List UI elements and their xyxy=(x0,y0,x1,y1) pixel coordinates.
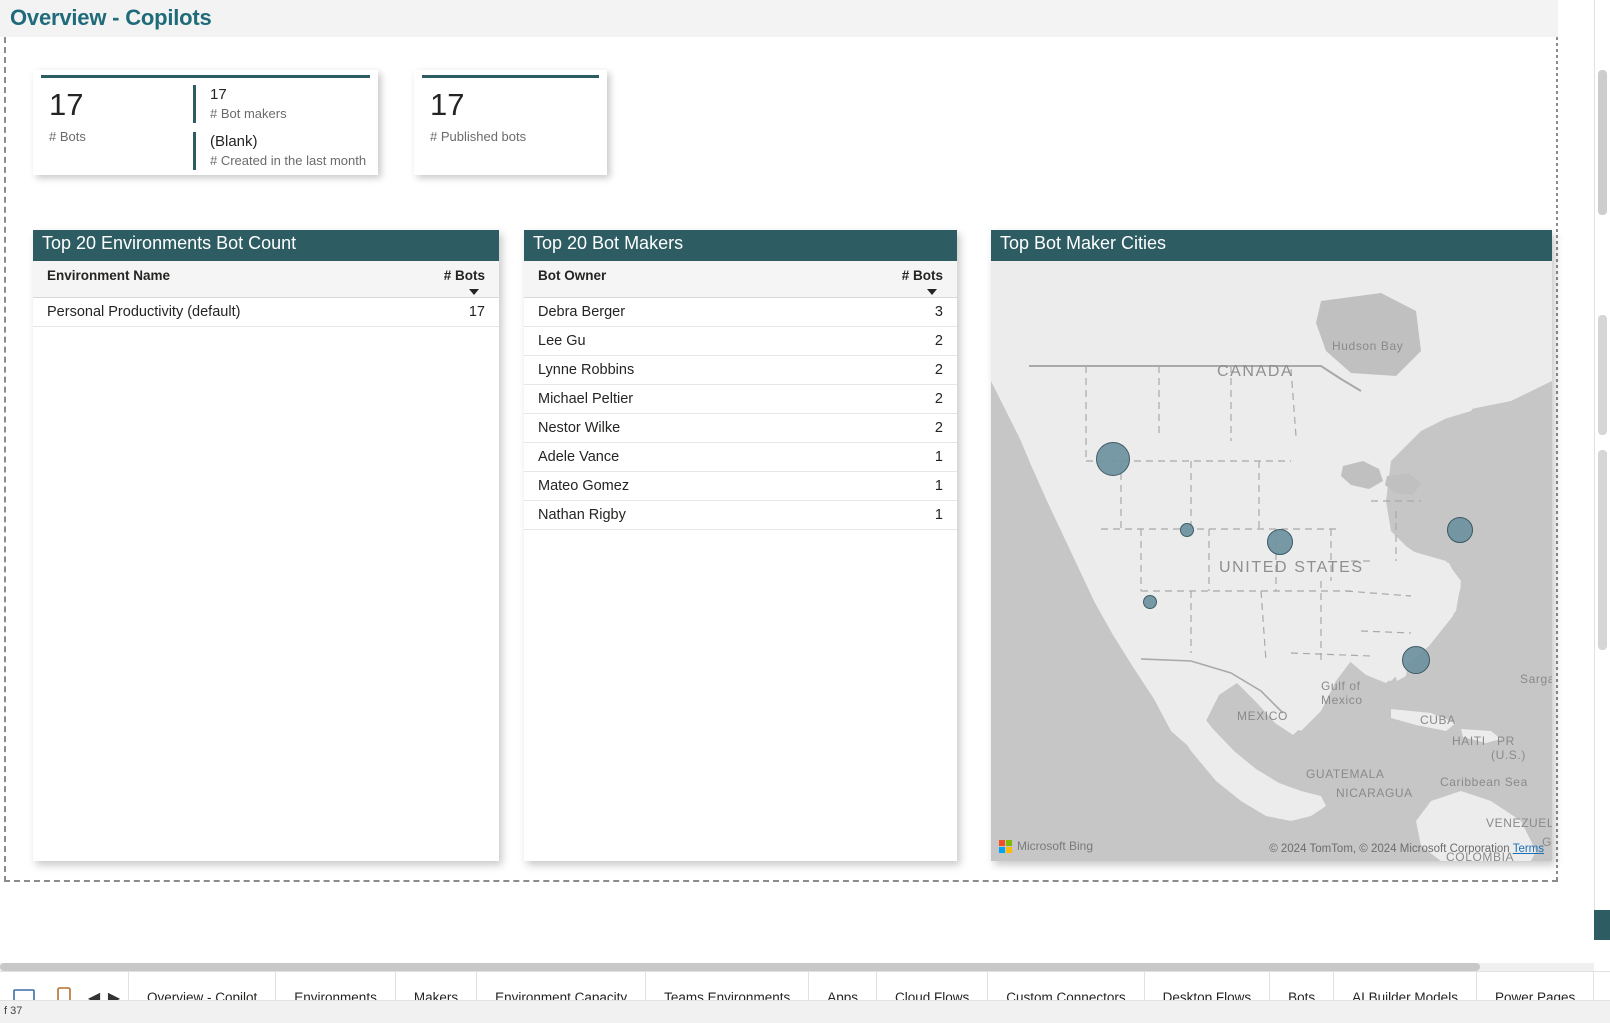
kpi-card-bots[interactable]: 17 # Bots 17 # Bot makers (Blank) # Crea… xyxy=(33,70,378,175)
panel-environments-bot-count[interactable]: Top 20 Environments Bot Count Environmen… xyxy=(33,230,499,861)
map-bubble-utah[interactable] xyxy=(1180,523,1194,537)
environments-table-body: Personal Productivity (default) 17 xyxy=(33,297,499,327)
column-header-bots[interactable]: # Bots xyxy=(812,261,957,298)
table-row[interactable]: Adele Vance 1 xyxy=(524,442,957,472)
vertical-scrollbar[interactable] xyxy=(1594,0,1610,940)
kpi-bots-value: 17 xyxy=(49,87,84,122)
table-row[interactable]: Lee Gu 2 xyxy=(524,326,957,356)
vertical-scrollbar-thumb-secondary[interactable] xyxy=(1598,315,1607,435)
table-row[interactable]: Personal Productivity (default) 17 xyxy=(33,297,499,327)
column-header-bot-owner[interactable]: Bot Owner xyxy=(524,261,813,298)
kpi-card-published-bots[interactable]: 17 # Published bots xyxy=(414,70,607,175)
kpi-created-last-month: (Blank) # Created in the last month xyxy=(193,132,366,170)
map-bubble-southern-california[interactable] xyxy=(1143,595,1157,609)
cell-bot-owner-bots: 1 xyxy=(812,442,957,472)
map-basemap xyxy=(991,261,1552,861)
cell-bot-owner: Adele Vance xyxy=(524,442,813,472)
kpi-bots: 17 # Bots xyxy=(49,87,86,145)
table-header-row: Environment Name # Bots xyxy=(33,261,499,298)
column-header-bots[interactable]: # Bots xyxy=(400,261,499,298)
right-edge-accent xyxy=(1594,910,1610,940)
kpi-card-top-rule xyxy=(422,75,599,78)
kpi-bots-label: # Bots xyxy=(49,129,86,144)
status-page-indicator: f 37 xyxy=(4,1005,23,1017)
panel-bot-makers[interactable]: Top 20 Bot Makers Bot Owner # Bots Debra… xyxy=(524,230,957,861)
panel-environments-title: Top 20 Environments Bot Count xyxy=(33,230,499,261)
cell-bot-owner: Nestor Wilke xyxy=(524,413,813,443)
kpi-bot-makers-value: 17 xyxy=(210,86,227,103)
bing-logo-label: Microsoft Bing xyxy=(1017,839,1094,853)
cell-bot-owner: Lynne Robbins xyxy=(524,355,813,385)
table-row[interactable]: Lynne Robbins 2 xyxy=(524,355,957,385)
map-attribution: © 2024 TomTom, © 2024 Microsoft Corporat… xyxy=(1269,843,1544,855)
horizontal-scrollbar[interactable] xyxy=(0,963,1594,971)
canvas-right-border xyxy=(1556,37,1558,882)
table-row[interactable]: Debra Berger 3 xyxy=(524,297,957,327)
panel-bot-makers-body: Bot Owner # Bots Debra Berger 3 Lee Gu 2 Lyn… xyxy=(524,261,957,530)
environments-table: Environment Name # Bots Personal Product… xyxy=(33,261,499,327)
sort-descending-icon xyxy=(927,288,937,295)
column-header-bots-label: # Bots xyxy=(443,268,485,283)
bing-map[interactable]: Hudson Bay CANADA UNITED STATES MEXICO Gulf … xyxy=(991,261,1552,861)
bot-makers-table: Bot Owner # Bots Debra Berger 3 Lee Gu 2 Lyn… xyxy=(524,261,957,530)
map-bubble-pacific-northwest[interactable] xyxy=(1096,442,1130,476)
kpi-bot-makers: 17 # Bot makers xyxy=(193,85,287,123)
cell-bot-owner: Mateo Gomez xyxy=(524,471,813,501)
kpi-published-bots: 17 # Published bots xyxy=(430,87,527,145)
panel-environments-body: Environment Name # Bots Personal Product… xyxy=(33,261,499,327)
table-row[interactable]: Nathan Rigby 1 xyxy=(524,500,957,530)
cell-bot-owner-bots: 1 xyxy=(812,471,957,501)
table-header-row: Bot Owner # Bots xyxy=(524,261,957,298)
table-row[interactable]: Nestor Wilke 2 xyxy=(524,413,957,443)
microsoft-logo-icon xyxy=(999,839,1012,853)
panel-bot-maker-cities[interactable]: Top Bot Maker Cities Hudson Bay CANADA U… xyxy=(991,230,1552,861)
kpi-published-bots-value: 17 xyxy=(430,87,465,122)
cell-environment-name: Personal Productivity (default) xyxy=(33,297,401,327)
cell-environment-bots: 17 xyxy=(400,297,499,327)
horizontal-scrollbar-thumb[interactable] xyxy=(0,963,1480,971)
cell-bot-owner: Michael Peltier xyxy=(524,384,813,414)
cell-bot-owner: Lee Gu xyxy=(524,326,813,356)
map-bubble-midwest[interactable] xyxy=(1267,529,1293,555)
kpi-card-top-rule xyxy=(41,75,370,78)
title-bar: Overview - Copilots xyxy=(0,0,1558,37)
cell-bot-owner: Debra Berger xyxy=(524,297,813,327)
bing-logo: Microsoft Bing xyxy=(999,839,1093,853)
vertical-scrollbar-thumb-tertiary[interactable] xyxy=(1598,450,1607,650)
cell-bot-owner-bots: 2 xyxy=(812,413,957,443)
kpi-bot-makers-label: # Bot makers xyxy=(210,106,287,121)
status-bar xyxy=(0,1000,1610,1023)
map-bubble-northeast[interactable] xyxy=(1447,517,1473,543)
kpi-created-last-month-value: (Blank) xyxy=(210,133,258,150)
column-header-environment-name[interactable]: Environment Name xyxy=(33,261,401,298)
cell-bot-owner-bots: 2 xyxy=(812,355,957,385)
sort-descending-icon xyxy=(469,288,479,295)
map-attribution-text: © 2024 TomTom, © 2024 Microsoft Corporat… xyxy=(1269,843,1510,855)
map-bubble-florida[interactable] xyxy=(1402,646,1430,674)
kpi-created-last-month-label: # Created in the last month xyxy=(210,153,367,168)
cell-bot-owner: Nathan Rigby xyxy=(524,500,813,530)
cell-bot-owner-bots: 1 xyxy=(812,500,957,530)
table-row[interactable]: Mateo Gomez 1 xyxy=(524,471,957,501)
bot-makers-table-body: Debra Berger 3 Lee Gu 2 Lynne Robbins 2 Michae… xyxy=(524,297,957,530)
kpi-published-bots-label: # Published bots xyxy=(430,129,527,144)
cell-bot-owner-bots: 3 xyxy=(812,297,957,327)
cell-bot-owner-bots: 2 xyxy=(812,326,957,356)
vertical-scrollbar-thumb[interactable] xyxy=(1598,70,1607,215)
map-terms-link[interactable]: Terms xyxy=(1513,843,1544,855)
page-title: Overview - Copilots xyxy=(10,5,212,30)
power-bi-report-window: Overview - Copilots 17 # Bots 17 # Bot m… xyxy=(0,0,1610,1023)
panel-map-title: Top Bot Maker Cities xyxy=(991,230,1552,261)
cell-bot-owner-bots: 2 xyxy=(812,384,957,414)
panel-bot-makers-title: Top 20 Bot Makers xyxy=(524,230,957,261)
column-header-bots-label: # Bots xyxy=(901,268,943,283)
table-row[interactable]: Michael Peltier 2 xyxy=(524,384,957,414)
